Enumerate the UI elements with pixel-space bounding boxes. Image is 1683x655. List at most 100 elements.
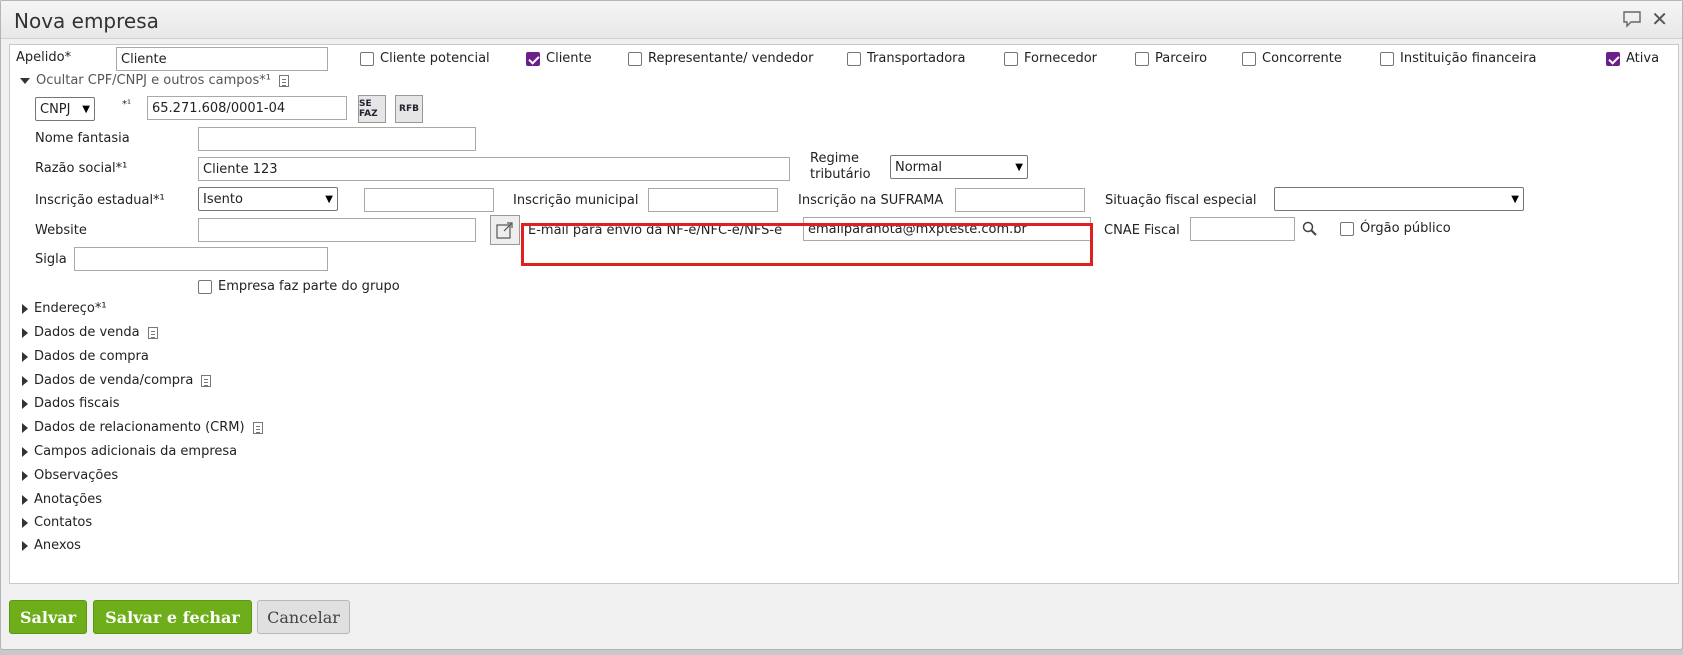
checkbox-transportadora[interactable]: Transportadora: [847, 51, 965, 66]
situacao-fiscal-select[interactable]: ▼: [1274, 187, 1524, 211]
expand-arrow-icon: [22, 517, 28, 528]
checkbox-cliente-potencial[interactable]: Cliente potencial: [360, 51, 490, 66]
expand-arrow-icon: [22, 351, 28, 362]
checkbox-label: Parceiro: [1155, 51, 1208, 66]
section-dados-fiscais[interactable]: Dados fiscais: [22, 396, 120, 411]
checkbox-box[interactable]: [847, 51, 861, 66]
checkbox-label: Cliente: [546, 51, 592, 66]
section-campos-adicionais[interactable]: Campos adicionais da empresa: [22, 444, 237, 459]
checkbox-parceiro[interactable]: Parceiro: [1135, 51, 1207, 66]
sigla-input[interactable]: [74, 247, 328, 271]
checkbox-box[interactable]: [1004, 51, 1018, 66]
chevron-down-icon: ▼: [82, 103, 90, 115]
checkbox-box[interactable]: [198, 279, 212, 294]
checkbox-box[interactable]: [628, 51, 642, 66]
checkbox-label: Ativa: [1626, 51, 1660, 66]
dialog-title: Nova empresa: [14, 9, 159, 33]
dialog-titlebar: Nova empresa ✕: [1, 1, 1682, 39]
section-observacoes[interactable]: Observações: [22, 468, 118, 483]
cnpj-input[interactable]: [147, 96, 347, 120]
section-label: Anotações: [34, 492, 103, 507]
apelido-input[interactable]: [116, 47, 328, 71]
required-mark: *¹: [122, 99, 132, 110]
section-anotacoes[interactable]: Anotações: [22, 492, 102, 507]
rfb-lookup-button[interactable]: RFB: [395, 95, 423, 123]
email-field-highlight: [521, 223, 1093, 266]
regime-label: Regime: [810, 151, 859, 166]
cancel-button[interactable]: Cancelar: [257, 600, 350, 634]
search-icon[interactable]: [1302, 221, 1318, 237]
sefaz-icon: SE FAZ: [359, 99, 378, 119]
document-icon[interactable]: [201, 374, 212, 387]
checkbox-box[interactable]: [360, 51, 374, 66]
inscricao-municipal-label: Inscrição municipal: [513, 193, 639, 208]
select-value: Normal: [895, 159, 943, 175]
open-website-button[interactable]: [490, 215, 520, 245]
nome-fantasia-label: Nome fantasia: [35, 131, 130, 146]
checkbox-box[interactable]: [526, 51, 540, 66]
checkbox-box[interactable]: [1380, 51, 1394, 66]
save-button[interactable]: Salvar: [9, 600, 87, 634]
nome-fantasia-input[interactable]: [198, 127, 476, 151]
checkbox-cliente[interactable]: Cliente: [526, 51, 592, 66]
checkbox-label: Fornecedor: [1024, 51, 1098, 66]
sefaz-lookup-button[interactable]: SE FAZ: [358, 95, 386, 123]
checkbox-box[interactable]: [1606, 51, 1620, 66]
checkbox-instituicao-financeira[interactable]: Instituição financeira: [1380, 51, 1536, 66]
expand-arrow-icon: [22, 375, 28, 386]
inscricao-estadual-select[interactable]: Isento ▼: [198, 187, 338, 211]
inscricao-suframa-input[interactable]: [955, 188, 1085, 212]
doc-type-select[interactable]: CNPJ ▼: [35, 97, 95, 121]
expand-arrow-icon: [22, 446, 28, 457]
checkbox-representante[interactable]: Representante/ vendedor: [628, 51, 813, 66]
checkbox-label: Empresa faz parte do grupo: [218, 279, 400, 294]
regime-select[interactable]: Normal ▼: [890, 155, 1028, 179]
section-anexos[interactable]: Anexos: [22, 538, 81, 553]
document-icon[interactable]: [252, 421, 263, 434]
close-icon[interactable]: ✕: [1651, 7, 1668, 31]
section-dados-compra[interactable]: Dados de compra: [22, 349, 149, 364]
sigla-label: Sigla: [35, 252, 67, 267]
checkbox-ativa[interactable]: Ativa: [1606, 51, 1659, 66]
document-icon[interactable]: [278, 74, 289, 87]
inscricao-municipal-input[interactable]: [648, 188, 778, 212]
section-endereco[interactable]: Endereço*¹: [22, 301, 107, 316]
checkbox-label: Órgão público: [1360, 221, 1451, 236]
checkbox-label: Transportadora: [867, 51, 966, 66]
section-dados-crm[interactable]: Dados de relacionamento (CRM): [22, 420, 263, 435]
section-contatos[interactable]: Contatos: [22, 515, 92, 530]
save-and-close-button[interactable]: Salvar e fechar: [93, 600, 252, 634]
toggle-cpf-cnpj-section[interactable]: Ocultar CPF/CNPJ e outros campos*¹: [20, 73, 289, 88]
collapse-arrow-icon: [20, 77, 30, 84]
section-dados-venda-compra[interactable]: Dados de venda/compra: [22, 373, 212, 388]
website-input[interactable]: [198, 218, 476, 242]
checkbox-orgao-publico[interactable]: Órgão público: [1340, 221, 1451, 236]
checkbox-box[interactable]: [1242, 51, 1256, 66]
document-icon[interactable]: [147, 326, 158, 339]
expand-arrow-icon: [22, 327, 28, 338]
section-label: Dados de venda: [34, 325, 140, 340]
section-dados-venda[interactable]: Dados de venda: [22, 325, 158, 340]
checkbox-empresa-grupo[interactable]: Empresa faz parte do grupo: [198, 279, 400, 294]
cnae-label: CNAE Fiscal: [1104, 223, 1180, 238]
checkbox-box[interactable]: [1135, 51, 1149, 66]
inscricao-estadual-number-input[interactable]: [364, 188, 494, 212]
chevron-down-icon: ▼: [1015, 161, 1023, 173]
checkbox-fornecedor[interactable]: Fornecedor: [1004, 51, 1097, 66]
section-label: Dados de compra: [34, 349, 149, 364]
checkbox-concorrente[interactable]: Concorrente: [1242, 51, 1342, 66]
inscricao-suframa-label: Inscrição na SUFRAMA: [798, 193, 944, 208]
checkbox-box[interactable]: [1340, 221, 1354, 236]
razao-social-input[interactable]: [198, 157, 790, 181]
checkbox-label: Representante/ vendedor: [648, 51, 814, 66]
checkbox-label: Cliente potencial: [380, 51, 490, 66]
expand-arrow-icon: [22, 398, 28, 409]
comment-icon[interactable]: [1622, 10, 1642, 28]
section-label: Ocultar CPF/CNPJ e outros campos*¹: [36, 73, 271, 88]
section-label: Dados de relacionamento (CRM): [34, 420, 245, 435]
form-panel: Apelido* Cliente potencial Cliente Repre…: [9, 44, 1679, 584]
expand-arrow-icon: [22, 470, 28, 481]
select-value: Isento: [203, 191, 243, 207]
cnae-input[interactable]: [1190, 217, 1295, 241]
expand-arrow-icon: [22, 422, 28, 433]
